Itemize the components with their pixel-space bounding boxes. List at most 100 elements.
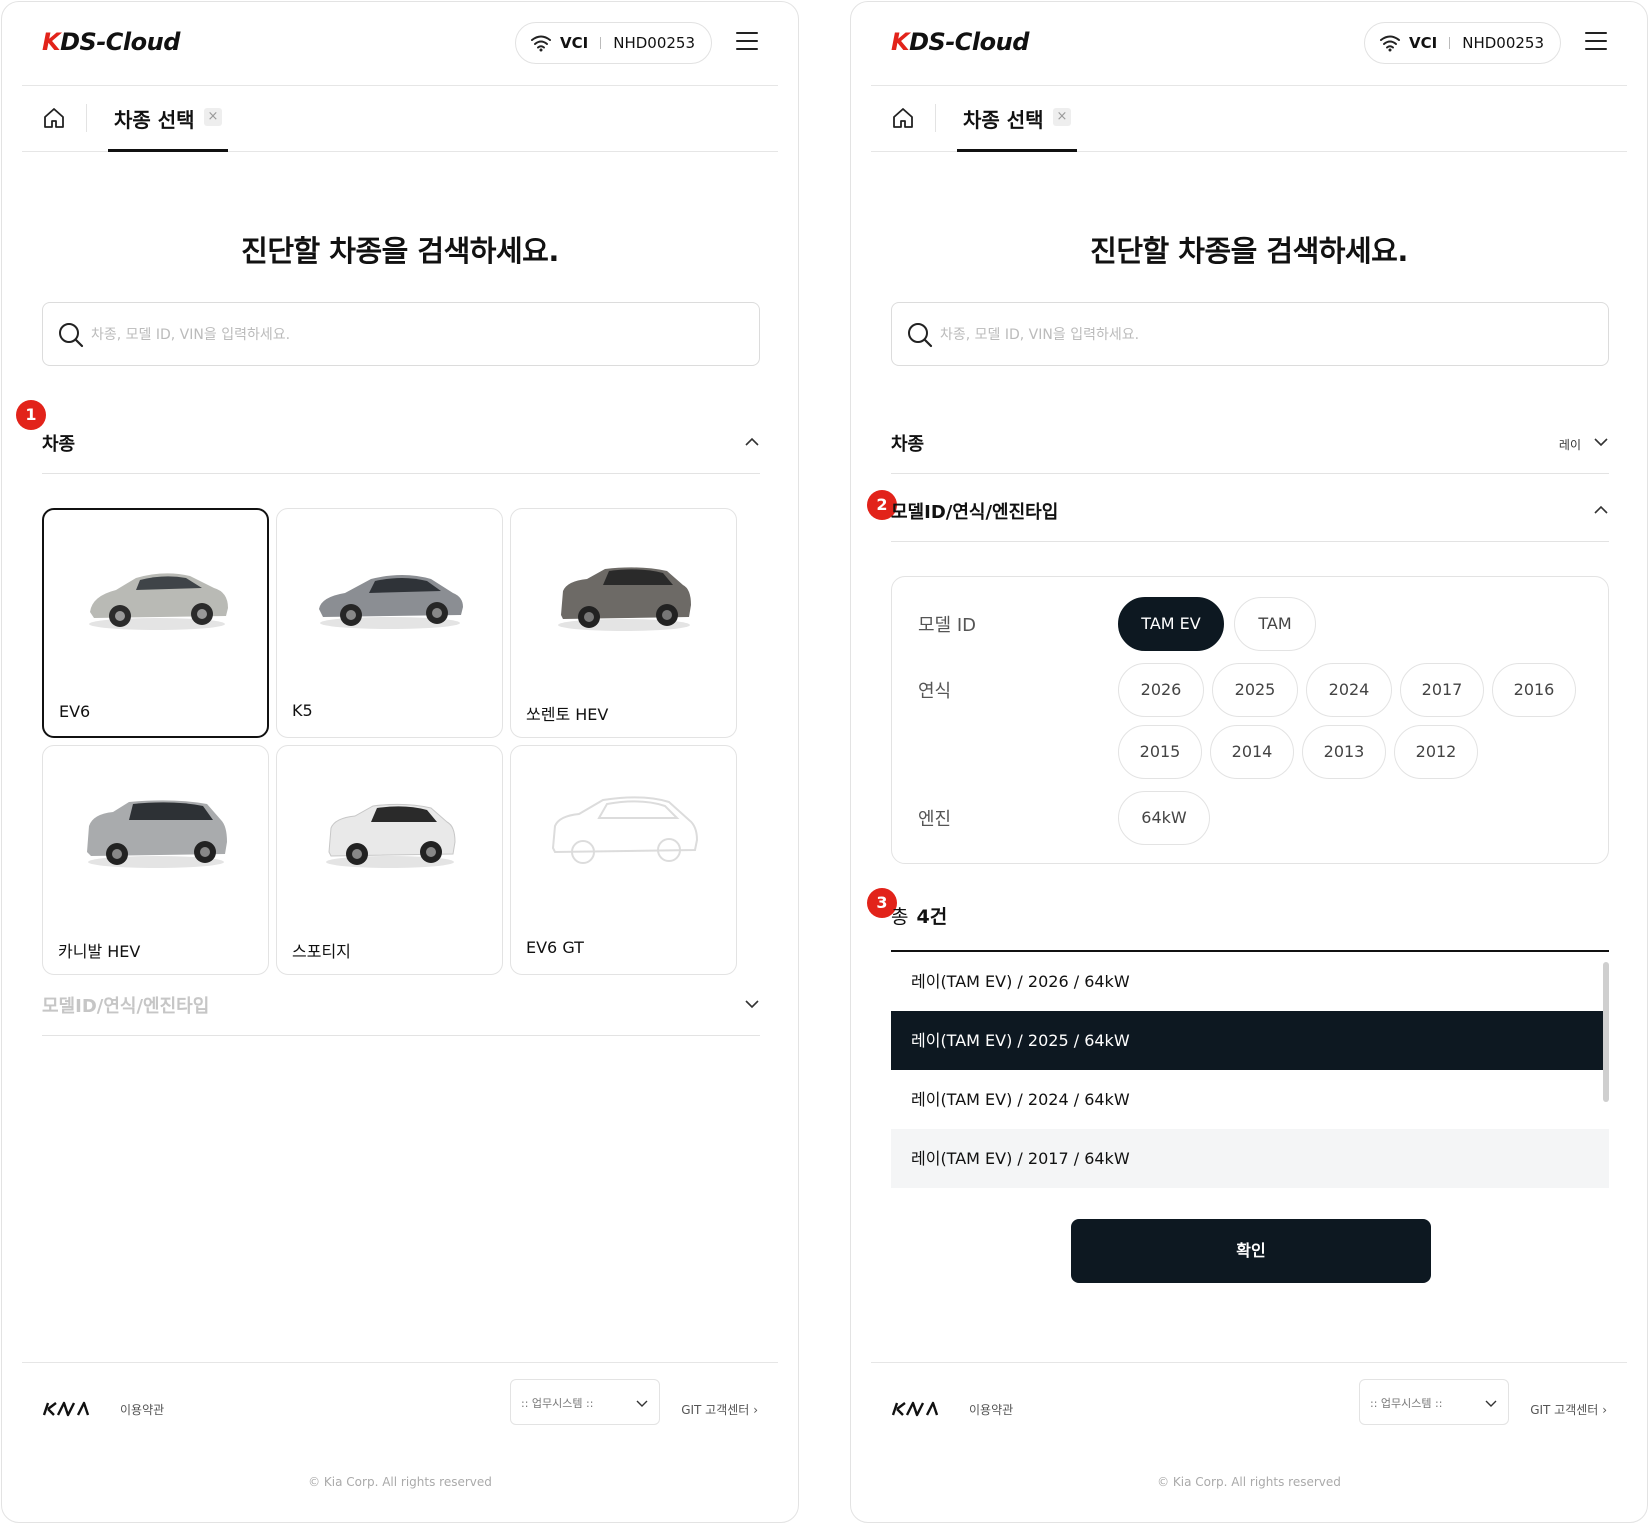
- list-item-selected[interactable]: 레이(TAM EV) / 2025 / 64kW: [891, 1011, 1603, 1070]
- vehicle-card-name: 카니발 HEV: [58, 942, 141, 961]
- tab-vehicle-select[interactable]: 차종 선택 ×: [108, 86, 228, 152]
- vehicle-card-k5[interactable]: K5: [276, 508, 503, 738]
- search-box: [42, 302, 760, 366]
- chip-year[interactable]: 2015: [1118, 725, 1202, 779]
- system-select-value: :: 업무시스템 ::: [521, 1397, 594, 1410]
- chip-year[interactable]: 2024: [1306, 663, 1392, 717]
- list-item[interactable]: 레이(TAM EV) / 2026 / 64kW: [891, 952, 1609, 1011]
- confirm-button[interactable]: 확인: [1071, 1219, 1431, 1283]
- chip-year[interactable]: 2012: [1394, 725, 1478, 779]
- close-icon[interactable]: ×: [204, 108, 222, 126]
- wifi-icon: [531, 35, 552, 52]
- vehicle-card-name: EV6 GT: [526, 938, 584, 957]
- vehicle-card-sportage[interactable]: 스포티지: [276, 745, 503, 975]
- vci-status-pill[interactable]: VCI NHD00253: [515, 22, 712, 64]
- terms-link[interactable]: 이용약관: [969, 1401, 1013, 1418]
- chip-engine[interactable]: 64kW: [1118, 791, 1210, 845]
- vehicle-card-name: 스포티지: [292, 942, 351, 961]
- chevron-down-icon[interactable]: [744, 996, 760, 1012]
- app-header: KDS-Cloud VCI NHD00253: [871, 2, 1627, 86]
- vci-id: NHD00253: [613, 34, 695, 52]
- chip-year[interactable]: 2026: [1118, 663, 1204, 717]
- chip-model-tam-ev[interactable]: TAM EV: [1118, 597, 1224, 651]
- section-model[interactable]: 모델ID/연식/엔진타입: [891, 478, 1609, 542]
- system-select[interactable]: :: 업무시스템 ::: [1359, 1379, 1509, 1425]
- page-title: 진단할 차종을 검색하세요.: [241, 234, 559, 268]
- model-id-label: 모델 ID: [918, 615, 977, 636]
- vehicle-card-carnival-hev[interactable]: 카니발 HEV: [42, 745, 269, 975]
- car-image-sportage: [326, 803, 456, 868]
- chevron-up-icon[interactable]: [744, 434, 760, 450]
- wifi-icon: [1380, 35, 1401, 52]
- terms-link[interactable]: 이용약관: [120, 1401, 164, 1418]
- chevron-up-icon[interactable]: [1593, 502, 1609, 518]
- chip-year[interactable]: 2017: [1400, 663, 1484, 717]
- chip-year[interactable]: 2016: [1492, 663, 1576, 717]
- hamburger-menu-icon[interactable]: [736, 32, 758, 52]
- git-support-link[interactable]: GIT 고객센터 ›: [1530, 1401, 1607, 1418]
- model-options-panel: 모델 ID TAM EV TAM 연식 2026 2025 2024 2017 …: [891, 576, 1609, 864]
- home-icon[interactable]: [42, 106, 66, 130]
- search-input[interactable]: [940, 317, 1596, 353]
- vehicle-card-name: K5: [292, 701, 313, 720]
- list-item[interactable]: 레이(TAM EV) / 2017 / 64kW: [891, 1129, 1609, 1188]
- vehicle-card-ev6-gt[interactable]: EV6 GT: [510, 745, 737, 975]
- section-vehicle[interactable]: 차종: [42, 410, 760, 474]
- kds-cloud-logo[interactable]: KDS-Cloud: [891, 28, 1029, 56]
- selected-vehicle-value: 레이: [1558, 438, 1581, 452]
- hamburger-menu-icon[interactable]: [1585, 32, 1607, 52]
- vci-separator: [1449, 37, 1451, 49]
- section-model-title: 모델ID/연식/엔진타입: [42, 996, 210, 1017]
- search-box: [891, 302, 1609, 366]
- chip-year[interactable]: 2025: [1212, 663, 1298, 717]
- list-scrollbar[interactable]: [1603, 962, 1609, 1102]
- vci-label: VCI: [560, 34, 589, 52]
- year-label: 연식: [918, 681, 952, 702]
- vci-status-pill[interactable]: VCI NHD00253: [1364, 22, 1561, 64]
- system-select[interactable]: :: 업무시스템 ::: [510, 1379, 660, 1425]
- git-support-link[interactable]: GIT 고객센터 ›: [681, 1401, 758, 1418]
- chevron-down-icon: [636, 1400, 648, 1407]
- result-count: 총 4건: [891, 906, 948, 928]
- copyright: © Kia Corp. All rights reserved: [308, 1475, 492, 1489]
- search-icon: [908, 323, 933, 348]
- close-icon[interactable]: ×: [1053, 108, 1071, 126]
- chip-model-tam[interactable]: TAM: [1234, 597, 1316, 651]
- tab-divider: [935, 104, 936, 132]
- tab-bar: 차종 선택 ×: [871, 86, 1627, 152]
- kds-cloud-logo[interactable]: KDS-Cloud: [42, 28, 180, 56]
- search-icon: [59, 323, 84, 348]
- app-header: KDS-Cloud VCI NHD00253: [22, 2, 778, 86]
- vehicle-card-sorento-hev[interactable]: 쏘렌토 HEV: [510, 508, 737, 738]
- chevron-right-icon: ›: [1602, 1403, 1607, 1417]
- chip-year[interactable]: 2013: [1302, 725, 1386, 779]
- section-vehicle-collapsed[interactable]: 차종 레이: [891, 410, 1609, 474]
- result-list: 레이(TAM EV) / 2026 / 64kW 레이(TAM EV) / 20…: [891, 950, 1609, 1188]
- tab-label: 차종 선택: [114, 108, 195, 132]
- tab-divider: [86, 104, 87, 132]
- chevron-right-icon: ›: [753, 1403, 758, 1417]
- tab-label: 차종 선택: [963, 108, 1044, 132]
- list-item[interactable]: 레이(TAM EV) / 2024 / 64kW: [891, 1070, 1609, 1129]
- home-icon[interactable]: [891, 106, 915, 130]
- footer: 이용약관 :: 업무시스템 :: GIT 고객센터 › © Kia Corp. …: [871, 1362, 1627, 1512]
- system-select-value: :: 업무시스템 ::: [1370, 1397, 1443, 1410]
- right-screen: KDS-Cloud VCI NHD00253 차종 선택 × 진단할 차종을 검…: [850, 1, 1648, 1523]
- vci-label: VCI: [1409, 34, 1438, 52]
- section-model-collapsed[interactable]: 모델ID/연식/엔진타입: [42, 972, 760, 1036]
- copyright: © Kia Corp. All rights reserved: [1157, 1475, 1341, 1489]
- chevron-down-icon[interactable]: [1593, 434, 1609, 450]
- section-model-title: 모델ID/연식/엔진타입: [891, 502, 1059, 523]
- tab-vehicle-select[interactable]: 차종 선택 ×: [957, 86, 1077, 152]
- tab-bar: 차종 선택 ×: [22, 86, 778, 152]
- vci-separator: [600, 37, 602, 49]
- car-placeholder-icon: [551, 796, 699, 864]
- chip-year[interactable]: 2014: [1210, 725, 1294, 779]
- search-input[interactable]: [91, 317, 747, 353]
- section-vehicle-title: 차종: [891, 434, 925, 455]
- vehicle-card-name: 쏘렌토 HEV: [526, 705, 609, 724]
- section-vehicle-title: 차종: [42, 434, 76, 455]
- vehicle-card-ev6[interactable]: EV6: [42, 508, 269, 738]
- engine-label: 엔진: [918, 809, 952, 830]
- kia-logo: [891, 1401, 939, 1417]
